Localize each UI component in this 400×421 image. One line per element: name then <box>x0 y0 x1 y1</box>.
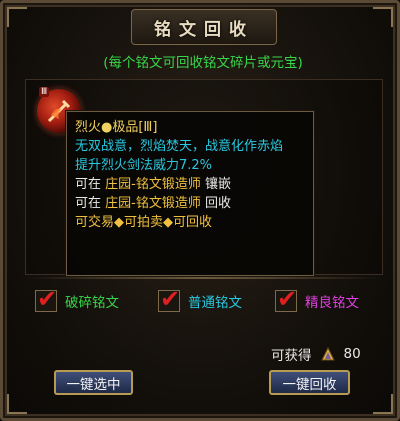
tooltip-recycle-line: 可在 庄园-铭文锻造师 回收 <box>75 194 305 213</box>
tooltip-effect: 提升烈火剑法威力7.2% <box>75 158 213 173</box>
title-plate: 铭文回收 <box>131 9 277 45</box>
inscription-tooltip: 烈火●极品[Ⅲ] 无双战意，烈焰焚天，战意化作赤焰 提升烈火剑法威力7.2% 可… <box>66 111 314 276</box>
checkmark-icon: ✔ <box>37 285 58 313</box>
filter-label: 精良铭文 <box>305 295 359 311</box>
checkbox-normal[interactable]: ✔ <box>158 285 180 313</box>
corner-ornament <box>7 7 27 27</box>
recycle-action: 回收 <box>205 196 232 211</box>
inlay-prefix: 可在 <box>75 177 102 192</box>
filter-fine-inscription[interactable]: ✔ 精良铭文 <box>275 285 359 313</box>
checkbox-fine[interactable]: ✔ <box>275 285 297 313</box>
gain-summary: 可获得 80 <box>271 344 361 364</box>
recycle-location-link[interactable]: 庄园-铭文锻造师 <box>105 196 201 211</box>
window-title: 铭文回收 <box>154 19 254 40</box>
tooltip-title: 烈火●极品[Ⅲ] <box>75 120 158 135</box>
recycle-prefix: 可在 <box>75 196 102 211</box>
checkmark-icon: ✔ <box>160 285 181 313</box>
filter-label: 破碎铭文 <box>65 295 119 311</box>
inscription-recycle-window: 铭文回收 (每个铭文可回收铭文碎片或元宝) Ⅲ 烈火●极品[Ⅲ] 无双战意，烈焰… <box>0 0 400 421</box>
tooltip-trade-flags: 可交易◆可拍卖◆可回收 <box>75 215 212 230</box>
corner-ornament <box>7 394 27 414</box>
tooltip-description: 无双战意，烈焰焚天，战意化作赤焰 <box>75 139 284 154</box>
corner-ornament <box>373 394 393 414</box>
corner-ornament <box>373 7 393 27</box>
tooltip-inlay-line: 可在 庄园-铭文锻造师 镶嵌 <box>75 175 305 194</box>
window-subtitle: (每个铭文可回收铭文碎片或元宝) <box>103 55 303 71</box>
inlay-location-link[interactable]: 庄园-铭文锻造师 <box>105 177 201 192</box>
checkmark-icon: ✔ <box>277 285 298 313</box>
filter-label: 普通铭文 <box>188 295 242 311</box>
checkbox-broken[interactable]: ✔ <box>35 285 57 313</box>
gain-label: 可获得 <box>271 348 312 364</box>
divider <box>25 277 381 279</box>
gain-value: 80 <box>343 346 361 362</box>
recycle-all-button[interactable]: 一键回收 <box>269 370 350 395</box>
filter-broken-inscription[interactable]: ✔ 破碎铭文 <box>35 285 119 313</box>
select-all-button[interactable]: 一键选中 <box>54 370 133 395</box>
inlay-action: 镶嵌 <box>205 177 232 192</box>
filter-normal-inscription[interactable]: ✔ 普通铭文 <box>158 285 242 313</box>
fragment-icon <box>320 346 335 361</box>
